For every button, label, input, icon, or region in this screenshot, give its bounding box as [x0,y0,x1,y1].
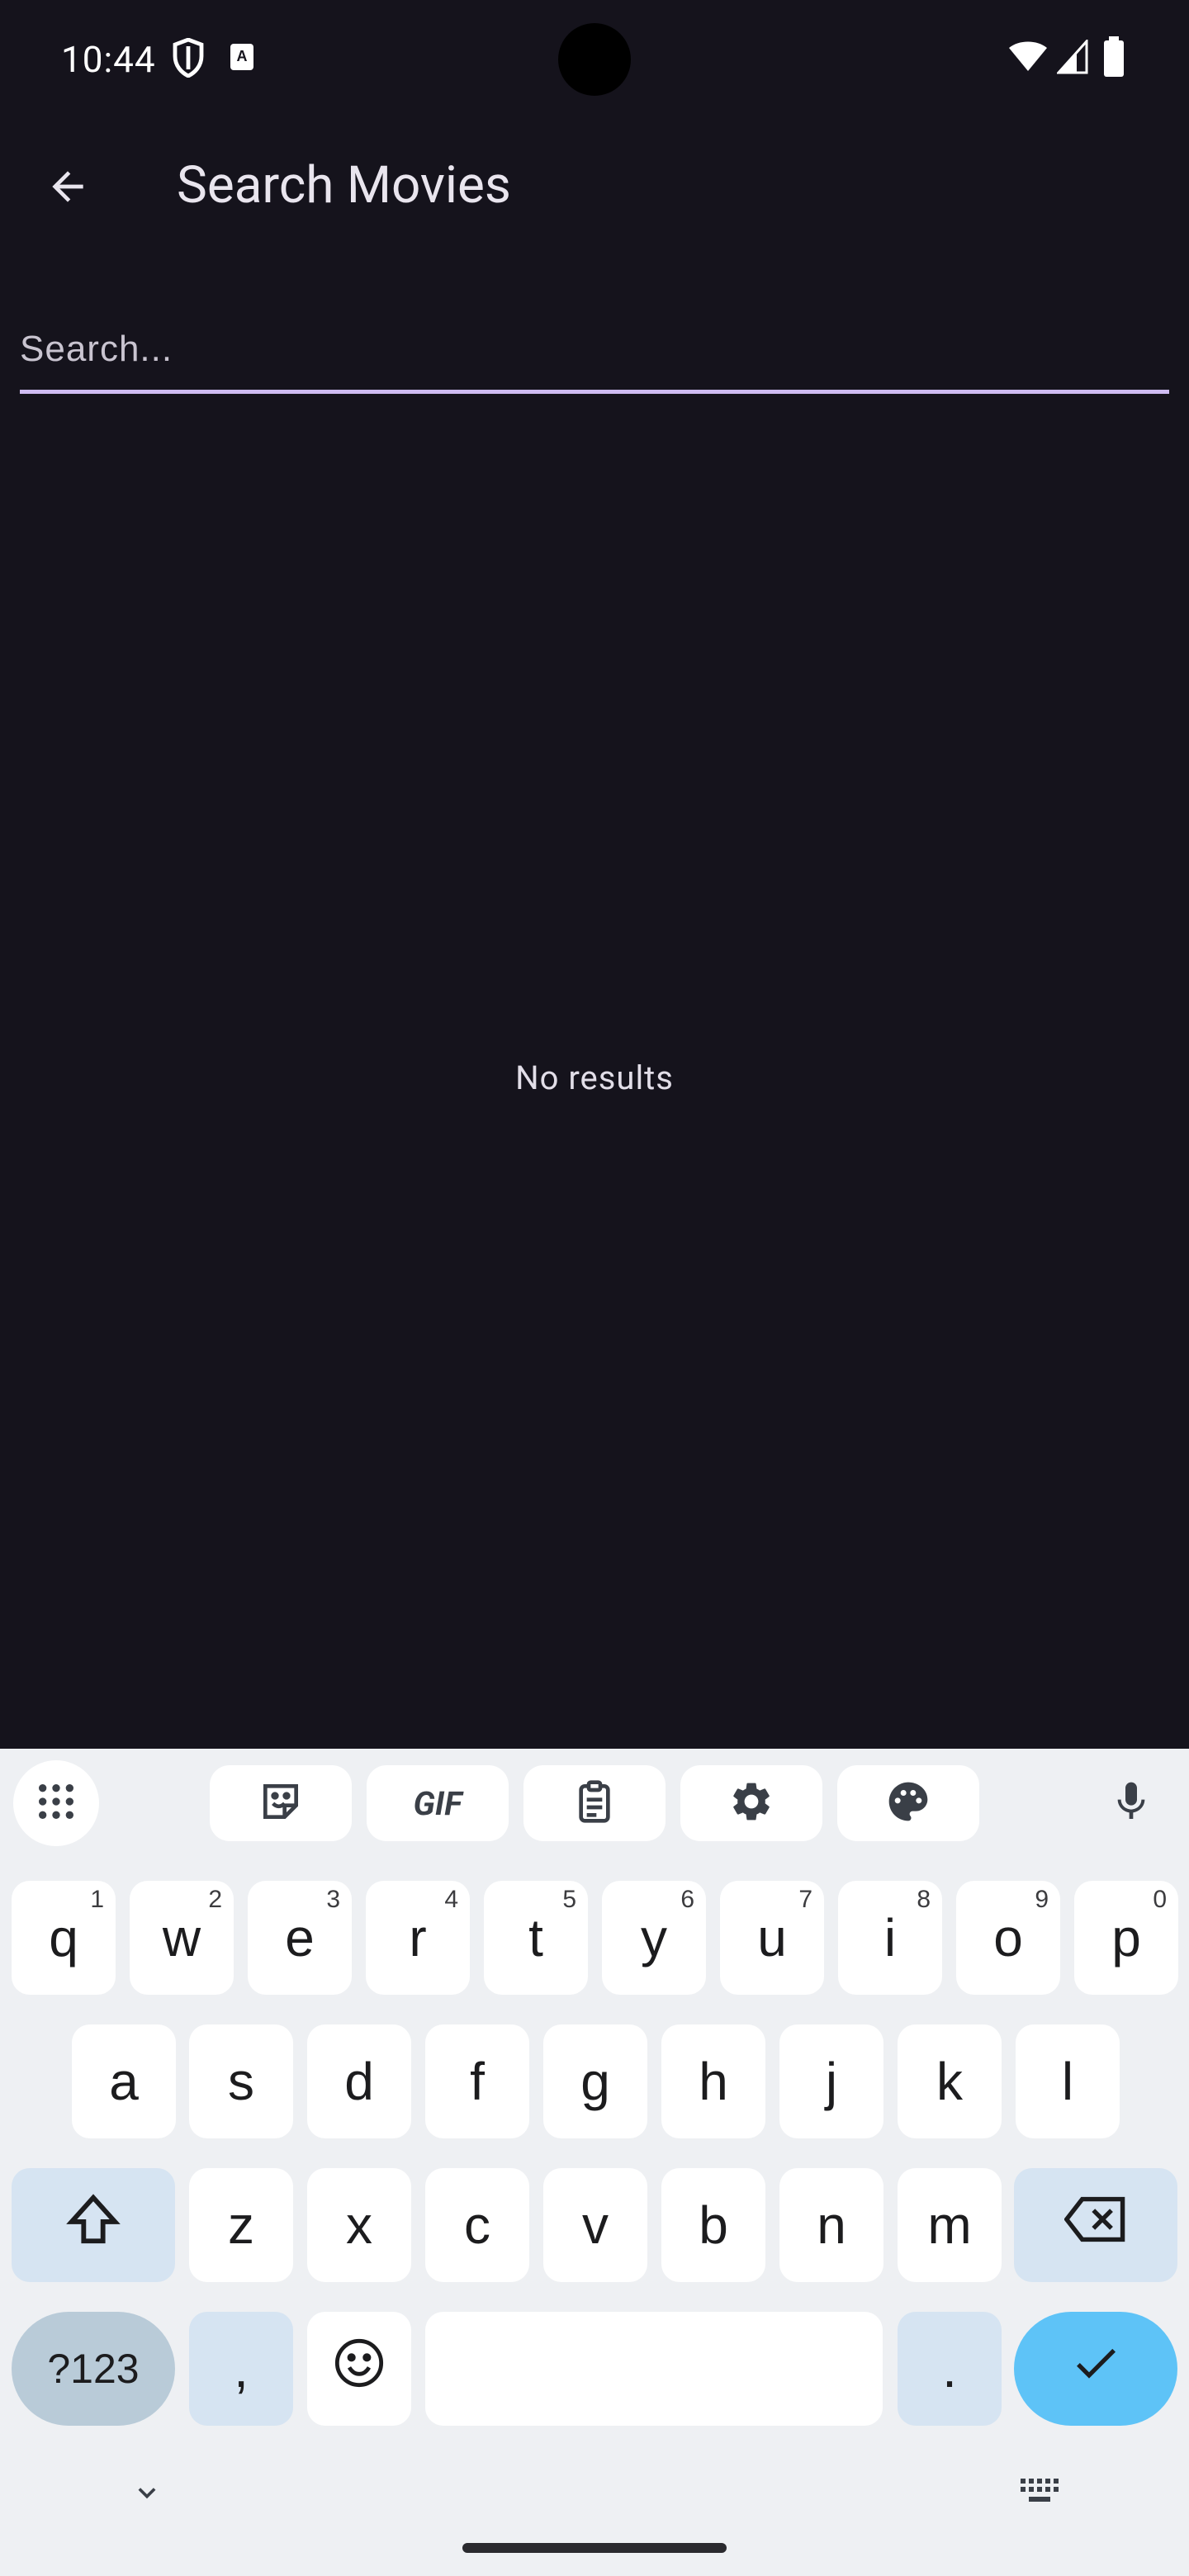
key-f[interactable]: f [425,2024,529,2138]
key-o[interactable]: o9 [956,1881,1060,1995]
space-key[interactable] [425,2312,883,2426]
key-h[interactable]: h [661,2024,765,2138]
theme-button[interactable] [837,1765,979,1841]
key-q[interactable]: q1 [12,1881,116,1995]
shift-icon [64,2190,122,2261]
key-b[interactable]: b [661,2168,765,2282]
empty-results-text: No results [515,1058,674,1097]
back-button[interactable] [28,149,107,228]
accessibility-app-icon: A [230,43,254,74]
apps-grid-button[interactable] [13,1760,99,1846]
key-m[interactable]: m [898,2168,1002,2282]
shield-icon [172,37,205,81]
arrow-back-icon [45,163,91,213]
comma-key[interactable]: , [189,2312,293,2426]
voice-input-button[interactable] [1090,1765,1172,1841]
key-z[interactable]: z [189,2168,293,2282]
done-key[interactable] [1014,2312,1177,2426]
status-time: 10:44 [61,38,156,81]
key-v[interactable]: v [543,2168,647,2282]
key-t[interactable]: t5 [484,1881,588,1995]
key-e[interactable]: e3 [248,1881,352,1995]
key-w[interactable]: w2 [130,1881,234,1995]
soft-keyboard: GIF q1 w2 e3 r4 t5 y6 u7 i8 o9 p0 a s d … [0,1749,1189,2576]
key-s[interactable]: s [189,2024,293,2138]
key-n[interactable]: n [779,2168,883,2282]
keyboard-hide-icon[interactable] [129,2475,165,2515]
keyboard-switch-icon[interactable] [1019,2475,1065,2515]
signal-icon [1055,38,1088,78]
settings-icon [728,1778,775,1828]
key-d[interactable]: d [307,2024,411,2138]
key-r[interactable]: r4 [366,1881,470,1995]
svg-text:A: A [237,48,248,64]
symbols-key[interactable]: ?123 [12,2312,175,2426]
emoji-key[interactable] [307,2312,411,2426]
key-c[interactable]: c [425,2168,529,2282]
keyboard-toolbar: GIF [0,1749,1189,1856]
gif-button[interactable]: GIF [367,1765,509,1841]
mic-icon [1108,1778,1154,1828]
period-key[interactable]: . [898,2312,1002,2426]
clipboard-button[interactable] [523,1765,666,1841]
gif-label: GIF [413,1783,462,1823]
search-underline [20,390,1169,394]
clipboard-icon [571,1778,618,1828]
backspace-key[interactable] [1014,2168,1177,2282]
app-bar: Search Movies [0,132,1189,241]
key-a[interactable]: a [72,2024,176,2138]
key-x[interactable]: x [307,2168,411,2282]
key-l[interactable]: l [1016,2024,1120,2138]
search-field[interactable] [20,284,1169,395]
search-input[interactable] [20,284,1169,391]
battery-icon [1103,36,1125,81]
page-title: Search Movies [177,155,511,215]
sticker-button[interactable] [210,1765,352,1841]
key-u[interactable]: u7 [720,1881,824,1995]
key-j[interactable]: j [779,2024,883,2138]
settings-button[interactable] [680,1765,822,1841]
key-k[interactable]: k [898,2024,1002,2138]
palette-icon [885,1778,931,1828]
camera-cutout [558,23,631,96]
shift-key[interactable] [12,2168,175,2282]
key-g[interactable]: g [543,2024,647,2138]
wifi-icon [1007,40,1049,76]
key-p[interactable]: p0 [1074,1881,1178,1995]
backspace-icon [1063,2195,1127,2256]
key-i[interactable]: i8 [838,1881,942,1995]
home-indicator[interactable] [462,2543,727,2553]
sticker-icon [258,1778,304,1828]
check-icon [1069,2337,1122,2402]
emoji-icon [333,2337,386,2402]
apps-grid-icon [33,1778,79,1828]
key-y[interactable]: y6 [602,1881,706,1995]
status-bar: 10:44 A [0,0,1189,119]
